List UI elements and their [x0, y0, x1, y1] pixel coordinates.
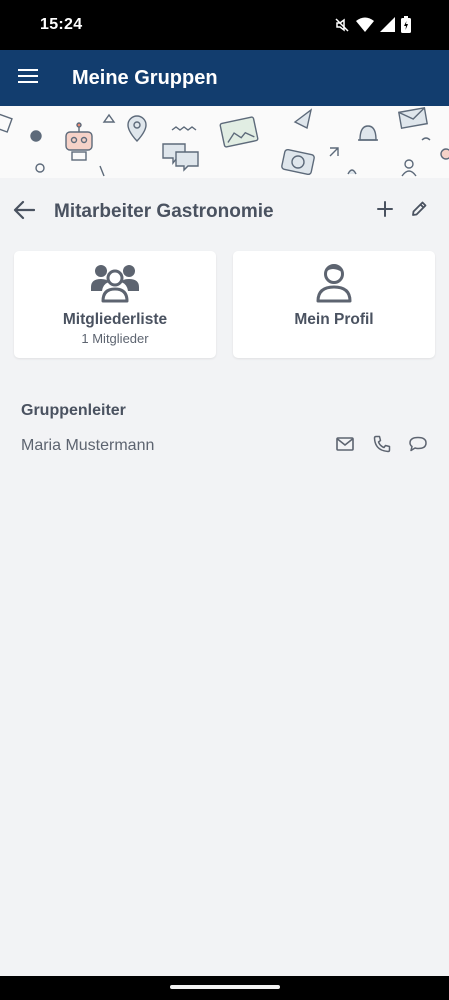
status-icons — [334, 16, 411, 33]
arrow-back-icon — [13, 200, 36, 225]
status-bar: 15:24 — [0, 0, 449, 50]
members-count: 1 Mitglieder — [81, 331, 149, 346]
mute-icon — [334, 17, 350, 33]
mail-icon — [336, 436, 354, 456]
group-title: Mitarbeiter Gastronomie — [54, 201, 274, 222]
group-header: Mitarbeiter Gastronomie — [0, 178, 449, 246]
call-leader-button[interactable] — [368, 432, 396, 460]
edit-button[interactable] — [404, 196, 434, 226]
plus-icon — [377, 200, 393, 222]
system-navigation-bar — [0, 976, 449, 1000]
add-button[interactable] — [370, 196, 400, 226]
leader-row: Maria Mustermann — [0, 430, 449, 462]
pencil-icon — [410, 200, 428, 223]
chat-icon — [409, 436, 427, 457]
members-card[interactable]: Mitgliederliste 1 Mitglieder — [14, 251, 216, 358]
hamburger-menu-icon — [18, 68, 38, 89]
battery-icon — [401, 16, 411, 33]
app-title: Meine Gruppen — [72, 67, 218, 89]
group-icon — [14, 263, 216, 303]
signal-icon — [380, 17, 395, 32]
person-icon — [233, 263, 435, 303]
decorative-banner — [0, 106, 449, 178]
phone-icon — [373, 435, 391, 458]
menu-button[interactable] — [10, 60, 46, 96]
group-leader-heading: Gruppenleiter — [21, 402, 126, 419]
status-time: 15:24 — [40, 16, 83, 33]
email-leader-button[interactable] — [331, 432, 359, 460]
members-card-title: Mitgliederliste — [62, 311, 168, 328]
leader-name: Maria Mustermann — [21, 437, 155, 454]
back-button[interactable] — [8, 196, 40, 228]
wifi-icon — [356, 17, 374, 33]
group-detail-content: Mitarbeiter Gastronomie Mitgliederliste … — [0, 178, 449, 976]
app-bar: Meine Gruppen — [0, 50, 449, 106]
chat-leader-button[interactable] — [404, 432, 432, 460]
profile-card[interactable]: Mein Profil — [233, 251, 435, 358]
profile-card-title: Mein Profil — [294, 311, 374, 328]
home-gesture-handle[interactable] — [170, 985, 280, 989]
